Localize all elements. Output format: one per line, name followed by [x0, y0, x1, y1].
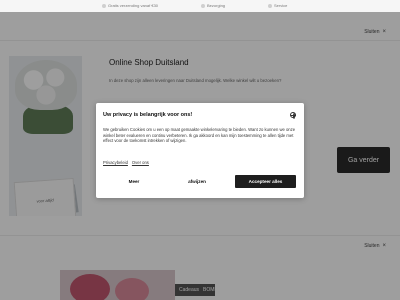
usp-item: Gratis verzending vanaf €30 — [102, 3, 158, 8]
usp-label: Gratis verzending vanaf €30 — [108, 3, 159, 8]
more-button[interactable]: Meer — [105, 175, 163, 188]
globe-icon[interactable] — [290, 112, 296, 119]
cookie-text: We gebruiken Cookies om u een op maat ge… — [103, 127, 296, 143]
usp-label: Service — [274, 3, 288, 8]
privacy-policy-link[interactable]: Privacybeleid — [103, 160, 128, 165]
cookie-dialog: Uw privacy is belangrijk voor ons! We ge… — [96, 103, 304, 198]
accept-all-button[interactable]: Accepteer alles — [235, 175, 296, 188]
shop-page: Gratis verzending vanaf €30 Bezorging Se… — [0, 0, 400, 300]
cookie-links: Privacybeleid Over ons — [103, 160, 149, 165]
about-us-link[interactable]: Over ons — [132, 160, 149, 165]
usp-item: Service — [268, 3, 287, 8]
cookie-title: Uw privacy is belangrijk voor ons! — [103, 112, 193, 118]
usp-item: Bezorging — [201, 3, 225, 8]
reject-button[interactable]: afwijzen — [168, 175, 226, 188]
usp-label: Bezorging — [207, 3, 226, 8]
tick-icon — [201, 3, 205, 8]
tick-icon — [268, 3, 272, 8]
usp-bar: Gratis verzending vanaf €30 Bezorging Se… — [0, 0, 400, 12]
tick-icon — [102, 3, 106, 8]
